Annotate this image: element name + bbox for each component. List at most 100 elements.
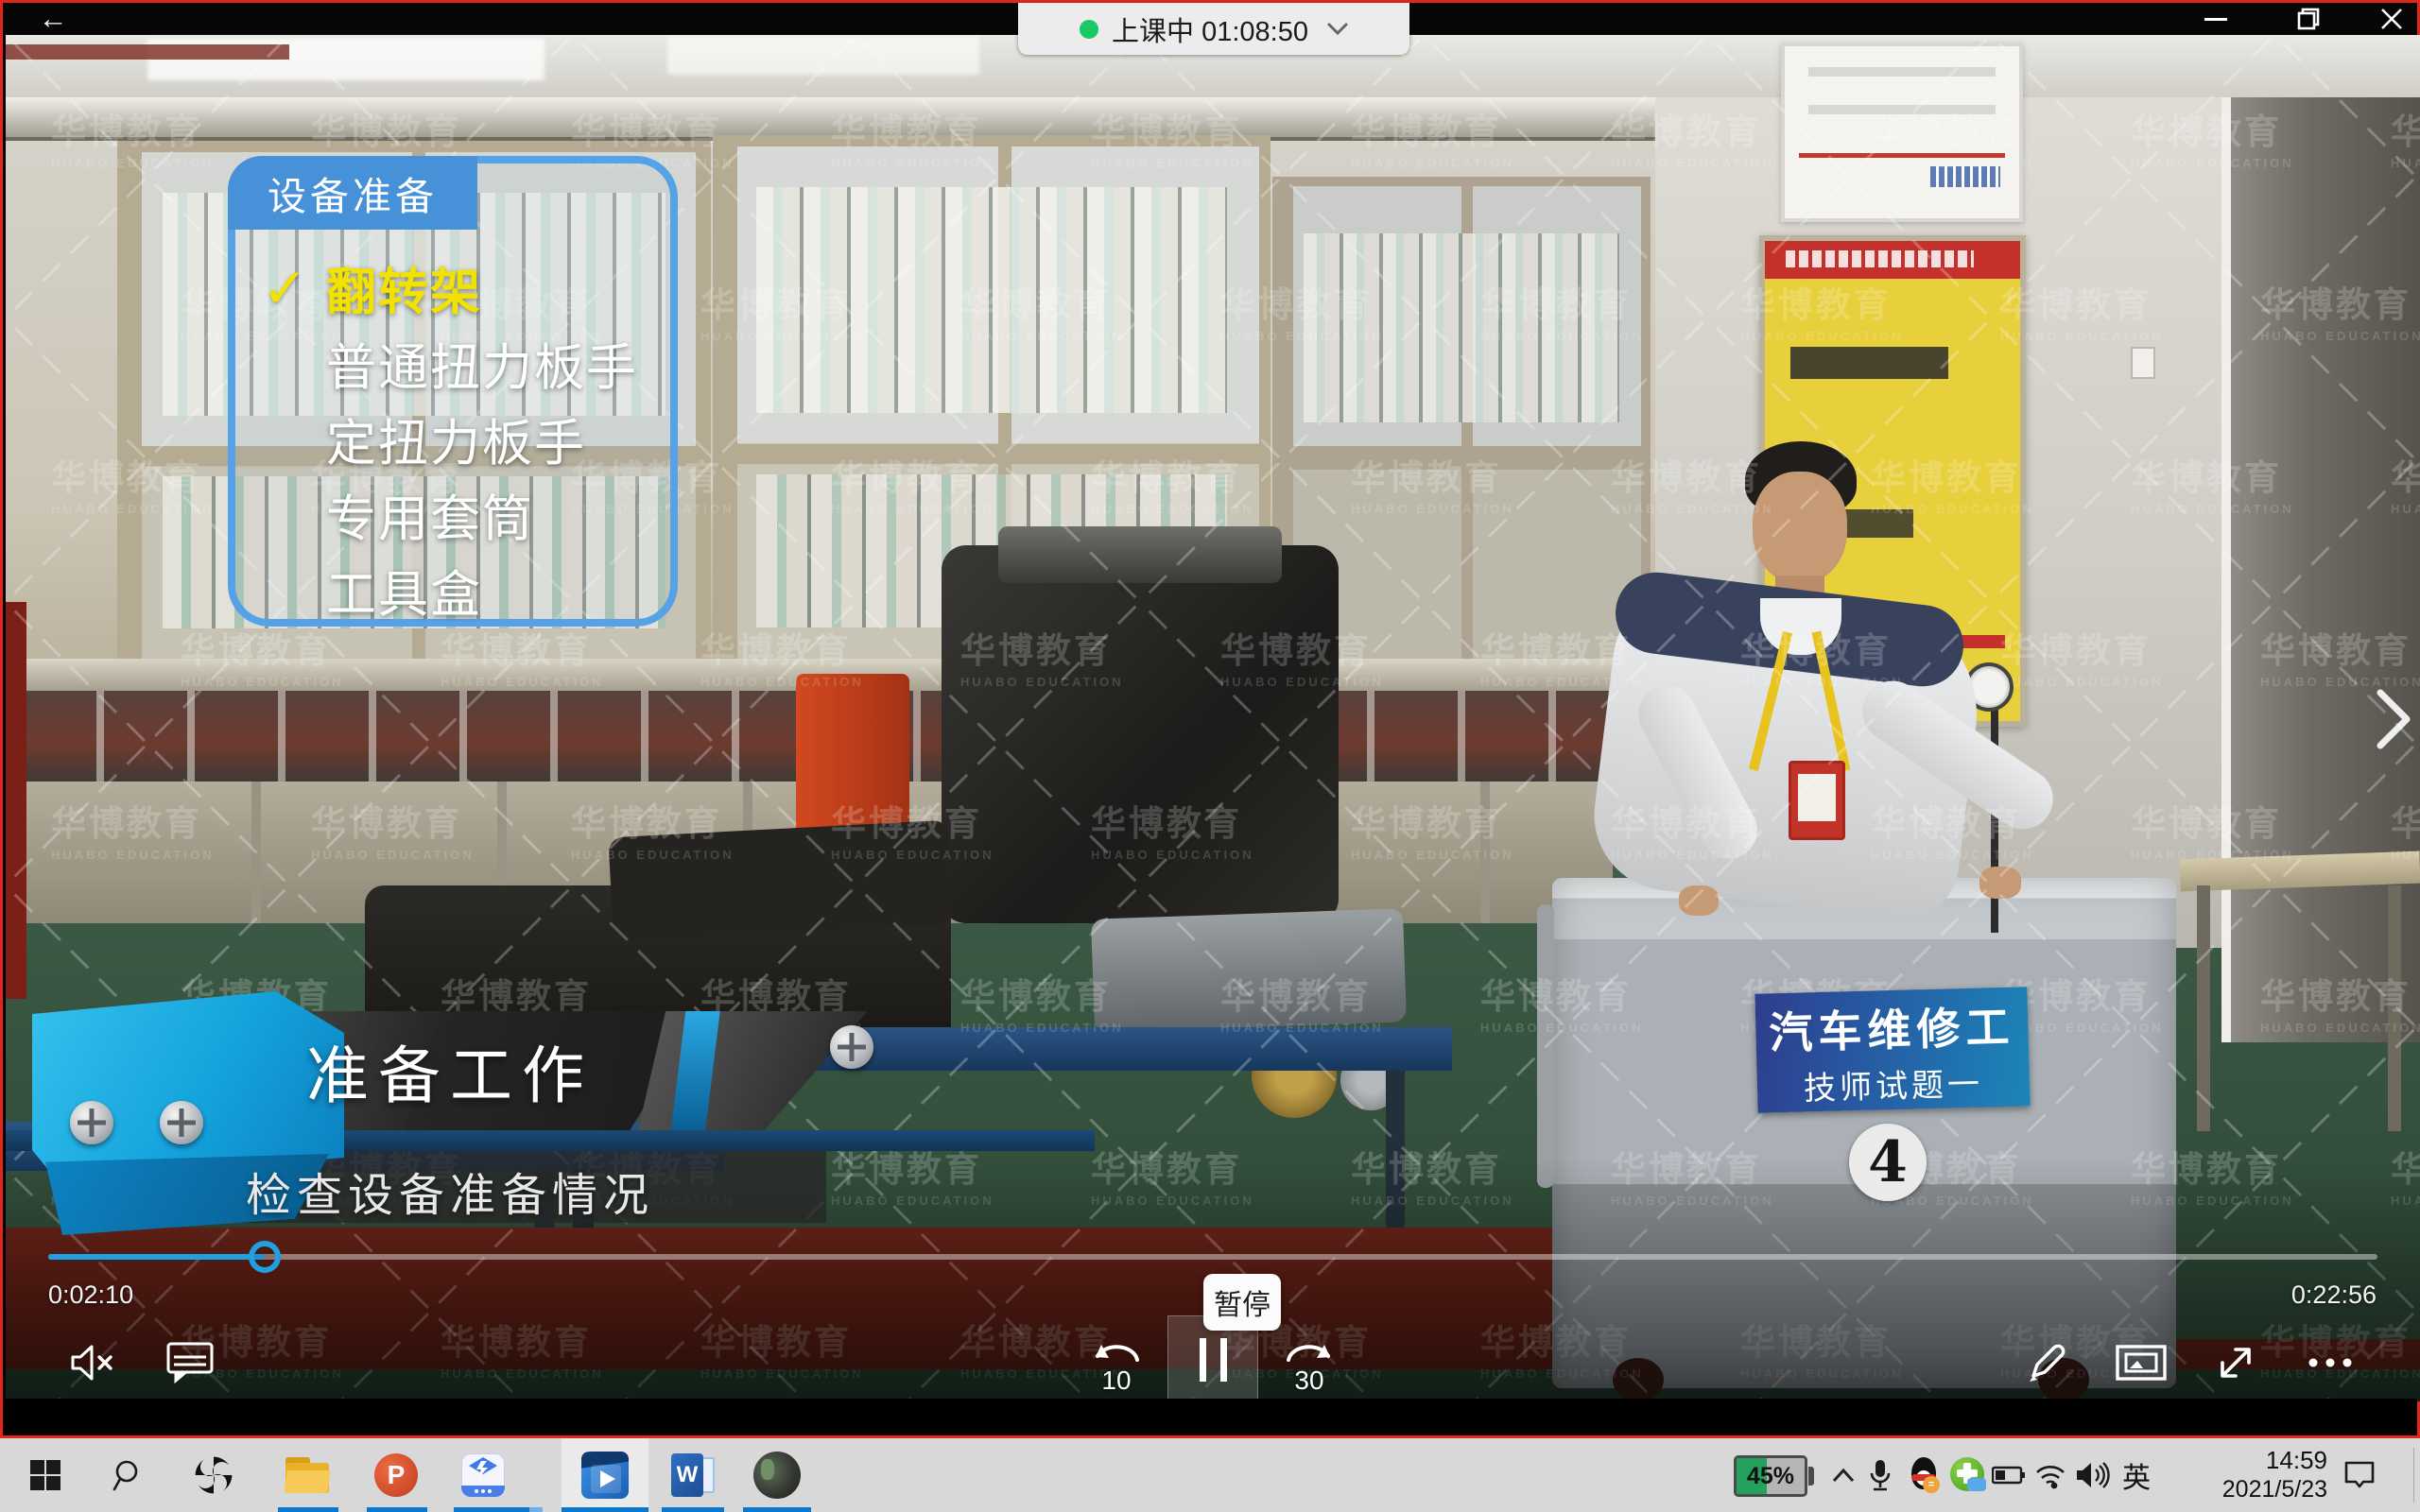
tray-input-method[interactable]: 英 <box>2116 1438 2157 1512</box>
tray-360-security[interactable] <box>1945 1438 1991 1512</box>
checklist-text: 专用套筒 <box>326 479 534 551</box>
taskbar-app-pinwheel[interactable] <box>187 1438 240 1512</box>
taskbar-app-word[interactable]: W <box>662 1438 724 1512</box>
checklist-item: 普通扭力板手 <box>262 326 659 402</box>
running-indicator <box>662 1507 724 1512</box>
watermark: 华博教育HUABO EDUCATION <box>960 968 1124 1035</box>
checklist-item: 定扭力板手 <box>262 402 659 477</box>
checklist-text: 普通扭力板手 <box>326 328 638 400</box>
cart-sign-line1: 汽车维修工 <box>1755 992 2030 1062</box>
notification-icon <box>2343 1460 2376 1490</box>
banner-title: 准备工作 <box>185 1025 715 1116</box>
close-button[interactable] <box>2370 3 2413 35</box>
watermark: 华博教育HUABO EDUCATION <box>1091 449 1254 516</box>
video-app-window: ← 上课中 01:08:50 <box>0 0 2420 1438</box>
windows-logo-icon <box>30 1460 60 1490</box>
watermark: 华博教育HUABO EDUCATION <box>51 795 215 862</box>
restore-button[interactable] <box>2287 3 2330 35</box>
taskbar-clock[interactable]: 14:59 2021/5/23 <box>2165 1446 2327 1504</box>
checklist-items: ✓翻转架普通扭力板手定扭力板手专用套筒工具盒 <box>262 250 659 628</box>
watermark: 华博教育HUABO EDUCATION <box>2260 622 2420 689</box>
running-indicator <box>529 1507 543 1512</box>
screw-icon <box>70 1101 113 1144</box>
start-button[interactable] <box>21 1438 70 1512</box>
tray-microphone[interactable] <box>1860 1438 1900 1512</box>
file-explorer-icon <box>285 1457 329 1493</box>
chevron-up-icon <box>1831 1468 1856 1483</box>
watermark: 华博教育HUABO EDUCATION <box>1480 622 1644 689</box>
duration-time: 0:22:56 <box>2229 1280 2377 1310</box>
qq-penguin-icon: = <box>1908 1457 1940 1493</box>
movies-tv-icon <box>581 1452 629 1499</box>
ime-label: 英 <box>2122 1454 2151 1496</box>
tray-expand-button[interactable] <box>1824 1438 1862 1512</box>
microphone-icon <box>1868 1458 1893 1492</box>
checklist-item: 专用套筒 <box>262 477 659 553</box>
watermark: 华博教育HUABO EDUCATION <box>441 622 604 689</box>
checklist-item: ✓翻转架 <box>262 250 659 326</box>
show-desktop-edge[interactable] <box>2413 1448 2414 1503</box>
quiz-app-icon <box>461 1453 505 1497</box>
cart-sign: 汽车维修工 技师试题一 <box>1754 987 2030 1112</box>
rewind-10-button[interactable]: 10 <box>1083 1328 1150 1394</box>
watermark: 华博教育HUABO EDUCATION <box>1871 795 2034 862</box>
checklist-text: 翻转架 <box>326 252 482 324</box>
back-button[interactable]: ← <box>31 1 75 37</box>
running-indicator <box>743 1507 811 1512</box>
status-text: 上课中 01:08:50 <box>1112 9 1308 49</box>
mute-button[interactable] <box>60 1330 127 1396</box>
checklist-text: 工具盒 <box>326 555 482 627</box>
pause-tooltip-text: 暂停 <box>1214 1281 1270 1323</box>
watermark: 华博教育HUABO EDUCATION <box>2260 968 2420 1035</box>
tray-battery[interactable] <box>1987 1438 2031 1512</box>
restore-icon <box>2297 8 2320 30</box>
close-icon <box>2380 8 2403 30</box>
watermark: 华博教育HUABO EDUCATION <box>831 103 994 170</box>
video-frame[interactable]: 华博教育HUABO EDUCATION 华博教育HUABO EDUCATION 华博… <box>6 35 2420 1401</box>
forward-30-button[interactable]: 30 <box>1276 1328 1342 1394</box>
tray-volume[interactable] <box>2070 1438 2116 1512</box>
minimize-icon <box>2204 18 2227 21</box>
fullscreen-button[interactable] <box>2203 1330 2269 1396</box>
clock-date: 2021/5/23 <box>2165 1475 2327 1503</box>
running-indicator-active <box>562 1507 648 1512</box>
draw-button[interactable] <box>2014 1330 2080 1396</box>
cart-sign-line2: 技师试题一 <box>1756 1057 2030 1110</box>
search-icon <box>112 1458 146 1492</box>
watermark: 华博教育HUABO EDUCATION <box>1871 103 2034 170</box>
minimize-button[interactable] <box>2194 3 2238 35</box>
watermark: 华博教育HUABO EDUCATION <box>181 622 344 689</box>
mini-player-button[interactable] <box>2108 1330 2174 1396</box>
next-chevron-icon[interactable] <box>2375 689 2412 749</box>
watermark: 华博教育HUABO EDUCATION <box>1220 622 1384 689</box>
photo-thumbnail-icon <box>753 1452 801 1499</box>
pencil-icon <box>2024 1340 2069 1385</box>
progress-bar[interactable] <box>48 1254 2377 1260</box>
taskbar-search-button[interactable] <box>102 1438 155 1512</box>
subtitles-button[interactable] <box>157 1330 223 1396</box>
watermark: 华博教育HUABO EDUCATION <box>2131 795 2294 862</box>
taskbar-app-movies-tv[interactable] <box>562 1438 648 1512</box>
ellipsis-icon <box>2306 1357 2355 1368</box>
notification-center-button[interactable] <box>2335 1438 2384 1512</box>
taskbar-app-file-explorer[interactable] <box>276 1438 338 1512</box>
banner-subtitle: 检查设备准备情况 <box>119 1158 781 1224</box>
powerpoint-icon: P <box>374 1453 418 1497</box>
tray-qq[interactable]: = <box>1902 1438 1945 1512</box>
check-icon: ✓ <box>262 256 326 320</box>
watermark: 华博教育HUABO EDUCATION <box>2131 103 2294 170</box>
more-options-button[interactable] <box>2297 1330 2363 1396</box>
forward-30-label: 30 <box>1276 1366 1342 1396</box>
pause-icon <box>1200 1338 1206 1382</box>
screw-icon <box>830 1025 873 1069</box>
taskbar-app-powerpoint[interactable]: P <box>365 1438 427 1512</box>
mini-player-icon <box>2115 1344 2168 1382</box>
speaker-muted-icon <box>69 1342 118 1383</box>
watermark: 华博教育HUABO EDUCATION <box>700 622 864 689</box>
taskbar-app-quiz[interactable] <box>452 1438 514 1512</box>
tray-wifi[interactable] <box>2029 1438 2072 1512</box>
class-status-pill[interactable]: 上课中 01:08:50 <box>1018 3 1409 55</box>
taskbar-app-photo[interactable] <box>743 1438 811 1512</box>
running-indicator <box>278 1507 338 1512</box>
watermark: 华博教育HUABO EDUCATION <box>1611 795 1774 862</box>
